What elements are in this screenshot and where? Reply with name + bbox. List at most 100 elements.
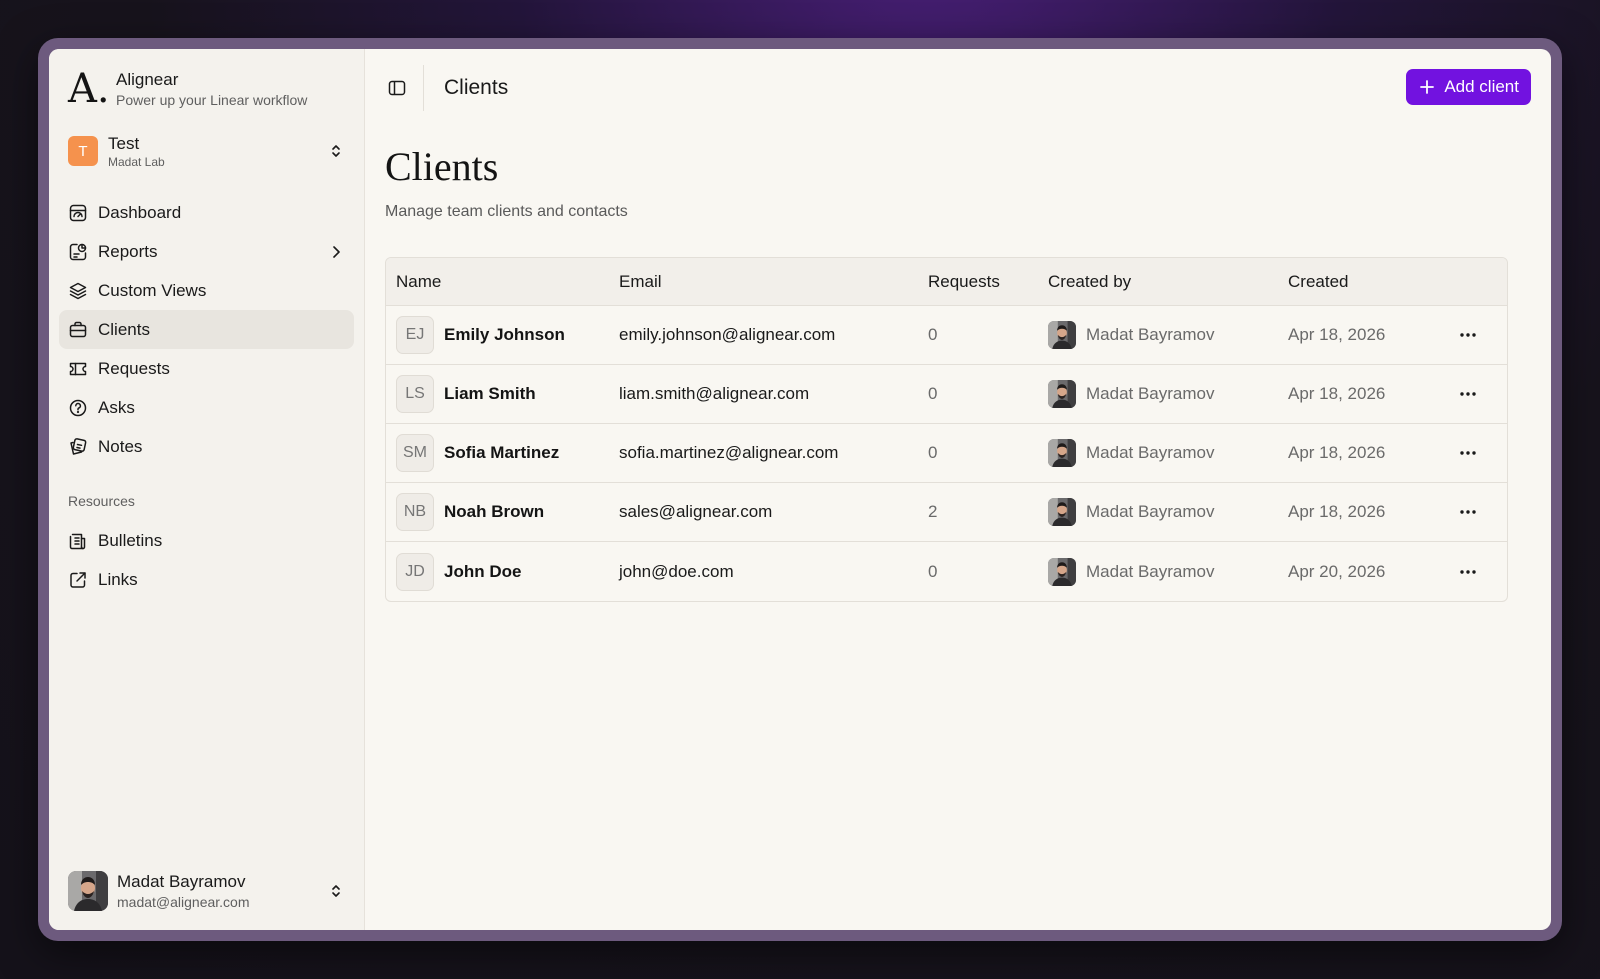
column-header-name[interactable]: Name bbox=[386, 272, 619, 292]
column-header-created[interactable]: Created bbox=[1288, 272, 1448, 292]
workspace-switcher[interactable]: T Test Madat Lab bbox=[59, 129, 354, 173]
column-header-email[interactable]: Email bbox=[619, 272, 928, 292]
app-window-frame: A. Alignear Power up your Linear workflo… bbox=[38, 38, 1562, 941]
chevron-up-down-icon bbox=[332, 885, 340, 897]
client-email: john@doe.com bbox=[619, 561, 734, 581]
client-name[interactable]: Noah Brown bbox=[444, 502, 544, 522]
brand-name: Alignear bbox=[116, 70, 179, 89]
sidebar-item-clients[interactable]: Clients bbox=[59, 310, 354, 349]
created-by-name: Madat Bayramov bbox=[1086, 325, 1215, 344]
sidebar-item-label: Asks bbox=[98, 397, 135, 417]
sidebar-item-notes[interactable]: Notes bbox=[59, 427, 354, 466]
table-row[interactable]: EJ Emily Johnson emily.johnson@alignear.… bbox=[386, 306, 1507, 365]
avatar bbox=[1048, 380, 1076, 408]
client-name[interactable]: Liam Smith bbox=[444, 384, 536, 404]
sidebar-item-links[interactable]: Links bbox=[59, 560, 354, 599]
client-email: emily.johnson@alignear.com bbox=[619, 325, 836, 344]
sidebar-item-asks[interactable]: Asks bbox=[59, 388, 354, 427]
created-by-name: Madat Bayramov bbox=[1086, 561, 1215, 581]
created-by-name: Madat Bayramov bbox=[1086, 384, 1215, 403]
created-by-name: Madat Bayramov bbox=[1086, 443, 1215, 462]
sidebar-item-dashboard[interactable]: Dashboard bbox=[59, 193, 354, 232]
table-body: EJ Emily Johnson emily.johnson@alignear.… bbox=[386, 306, 1507, 601]
client-initials-avatar: LS bbox=[396, 375, 434, 413]
chevron-right-icon bbox=[333, 245, 340, 258]
more-options-icon[interactable] bbox=[1458, 502, 1478, 522]
add-client-label: Add client bbox=[1444, 77, 1519, 96]
avatar bbox=[1048, 557, 1076, 586]
question-circle-icon bbox=[69, 399, 87, 416]
page-title: Clients bbox=[385, 144, 499, 189]
sidebar-item-label: Reports bbox=[98, 241, 158, 261]
more-options-icon[interactable] bbox=[1458, 443, 1478, 463]
sidebar-item-bulletins[interactable]: Bulletins bbox=[59, 521, 354, 560]
notes-icon bbox=[70, 437, 87, 455]
table-header: Name Email Requests Created by Created bbox=[386, 258, 1507, 306]
more-options-icon[interactable] bbox=[1458, 384, 1478, 404]
newspaper-icon bbox=[69, 533, 86, 549]
sidebar-item-requests[interactable]: Requests bbox=[59, 349, 354, 388]
layers-icon bbox=[69, 282, 87, 299]
page-subtitle: Manage team clients and contacts bbox=[385, 203, 628, 220]
client-requests-count: 0 bbox=[928, 384, 938, 403]
sidebar-item-label: Requests bbox=[98, 358, 170, 378]
external-link-icon bbox=[70, 571, 86, 588]
user-menu[interactable]: Madat Bayramov madat@alignear.com bbox=[59, 870, 354, 912]
client-name[interactable]: Emily Johnson bbox=[444, 325, 565, 345]
sidebar-item-label: Bulletins bbox=[98, 530, 163, 550]
app-window: A. Alignear Power up your Linear workflo… bbox=[49, 49, 1551, 930]
divider bbox=[423, 65, 424, 111]
more-options-icon[interactable] bbox=[1458, 562, 1478, 582]
created-date: Apr 18, 2026 bbox=[1288, 502, 1386, 521]
sidebar-item-custom-views[interactable]: Custom Views bbox=[59, 271, 354, 310]
table-row[interactable]: LS Liam Smith liam.smith@alignear.com 0 … bbox=[386, 365, 1507, 424]
resources-section-label: Resources bbox=[68, 493, 135, 509]
user-email: madat@alignear.com bbox=[117, 894, 250, 910]
table-row[interactable]: JD John Doe john@doe.com 0 Madat Bayramo… bbox=[386, 542, 1507, 601]
add-client-button[interactable]: Add client bbox=[1406, 69, 1531, 105]
created-date: Apr 18, 2026 bbox=[1288, 443, 1386, 462]
avatar bbox=[68, 871, 108, 911]
brand-logo: A. bbox=[68, 66, 110, 112]
chevron-up-down-icon bbox=[332, 145, 340, 157]
client-requests-count: 0 bbox=[928, 325, 938, 344]
avatar bbox=[1048, 439, 1076, 467]
page-header: Clients Manage team clients and contacts bbox=[365, 147, 1551, 221]
column-header-created-by[interactable]: Created by bbox=[1048, 272, 1288, 292]
main-content: Clients Add client Clients Manage team c… bbox=[365, 49, 1551, 930]
client-initials-avatar: NB bbox=[396, 493, 434, 531]
more-options-icon[interactable] bbox=[1458, 325, 1478, 345]
reports-icon bbox=[69, 243, 87, 260]
client-email: sales@alignear.com bbox=[619, 502, 773, 521]
dashboard-icon bbox=[69, 204, 87, 221]
sidebar-toggle-icon bbox=[388, 80, 406, 96]
client-initials-avatar: SM bbox=[396, 434, 434, 472]
sidebar-item-label: Links bbox=[98, 569, 138, 589]
avatar bbox=[1048, 321, 1076, 349]
brand-tagline: Power up your Linear workflow bbox=[116, 92, 308, 108]
resources-nav: Bulletins Links bbox=[59, 521, 354, 599]
client-requests-count: 2 bbox=[928, 502, 938, 521]
sidebar-toggle-button[interactable] bbox=[385, 76, 409, 100]
client-requests-count: 0 bbox=[928, 561, 938, 581]
plus-icon bbox=[1420, 80, 1435, 94]
header-title: Clients bbox=[444, 76, 509, 99]
table-row[interactable]: NB Noah Brown sales@alignear.com 2 Madat… bbox=[386, 483, 1507, 542]
client-name[interactable]: Sofia Martinez bbox=[444, 443, 559, 463]
sidebar-item-reports[interactable]: Reports bbox=[59, 232, 354, 271]
workspace-avatar: T bbox=[68, 136, 98, 166]
created-by-name: Madat Bayramov bbox=[1086, 502, 1215, 521]
main-nav: Dashboard Reports Custom Views Clients R… bbox=[59, 193, 354, 466]
client-requests-count: 0 bbox=[928, 443, 938, 462]
client-email: sofia.martinez@alignear.com bbox=[619, 443, 839, 462]
brand[interactable]: A. Alignear Power up your Linear workflo… bbox=[59, 49, 354, 129]
clients-table: Name Email Requests Created by Created E… bbox=[385, 257, 1508, 602]
client-name[interactable]: John Doe bbox=[444, 562, 521, 582]
column-header-requests[interactable]: Requests bbox=[928, 272, 1048, 292]
client-initials-avatar: JD bbox=[396, 552, 434, 591]
table-row[interactable]: SM Sofia Martinez sofia.martinez@alignea… bbox=[386, 424, 1507, 483]
created-date: Apr 18, 2026 bbox=[1288, 325, 1386, 344]
ticket-icon bbox=[69, 362, 87, 375]
sidebar-item-label: Custom Views bbox=[98, 280, 207, 300]
created-date: Apr 20, 2026 bbox=[1288, 561, 1386, 581]
